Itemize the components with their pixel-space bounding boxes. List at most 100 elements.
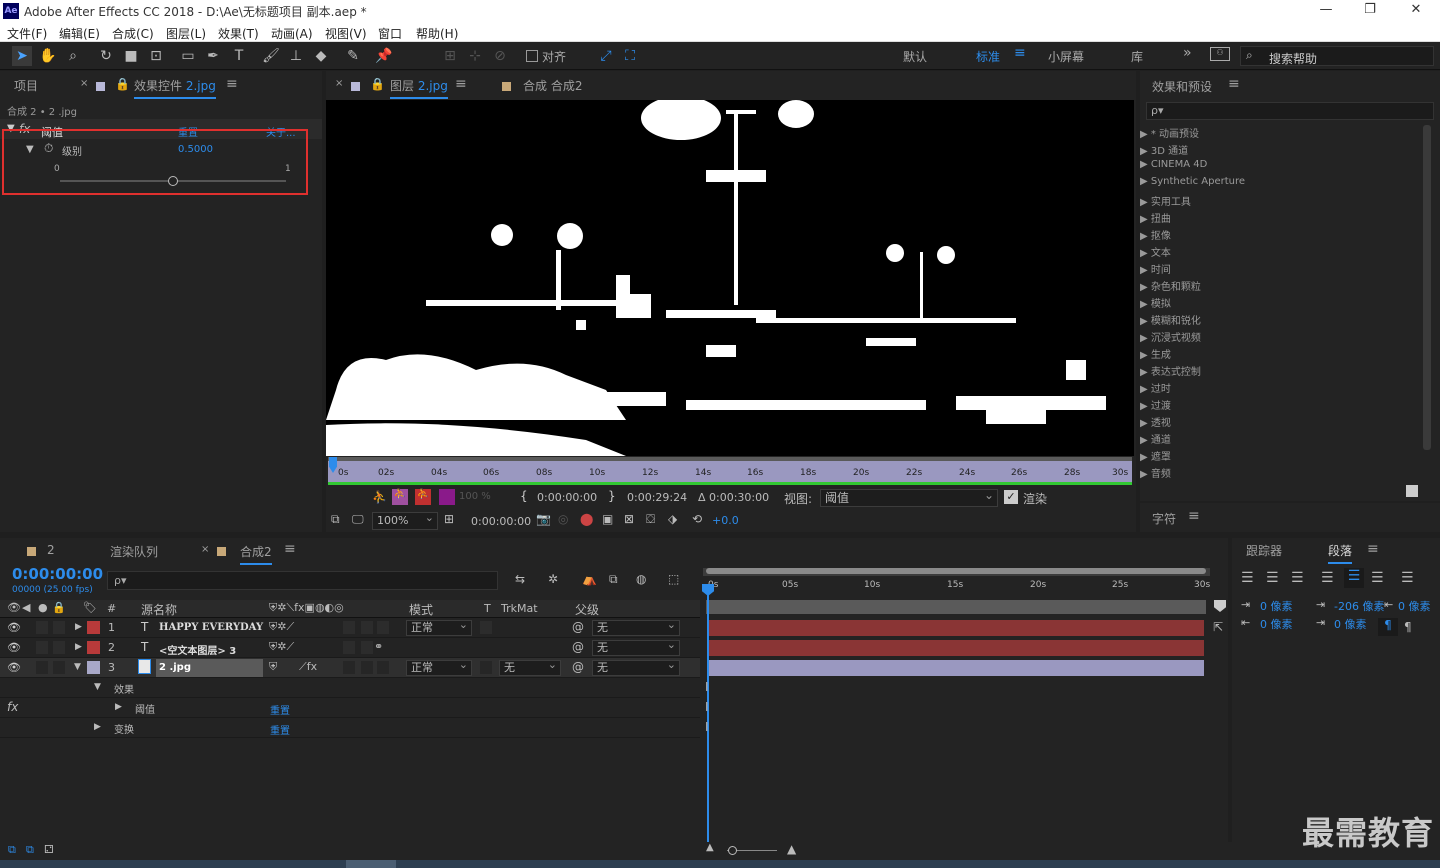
mask-icon[interactable]: ⛋ — [646, 512, 655, 527]
effect-category[interactable]: ▶ 沉浸式视频 — [1140, 329, 1440, 346]
layer-switches[interactable]: ⛨ — [269, 660, 277, 674]
viewer-work-area-bar[interactable] — [328, 457, 1132, 461]
close-tab-icon[interactable]: × — [80, 78, 88, 89]
tab-2[interactable]: 2 — [47, 543, 55, 557]
justify-right-icon[interactable]: ☰ — [1371, 570, 1384, 586]
effect-category[interactable]: ▶ 过渡 — [1140, 397, 1440, 414]
shy-layers-icon[interactable]: ⛺ — [582, 572, 597, 586]
layer-switches[interactable]: ⛨✲⟋ — [269, 620, 294, 634]
fx-icon[interactable]: fx — [7, 700, 18, 714]
tab-layer-viewer[interactable]: 图层 2.jpg — [390, 77, 448, 99]
switch-box[interactable] — [377, 661, 389, 674]
tab-project[interactable]: 项目 — [14, 77, 38, 94]
effect-category[interactable]: ▶ * 动画预设 — [1140, 125, 1440, 142]
switch-box[interactable] — [361, 661, 373, 674]
indent-right-value[interactable]: 0 像素 — [1398, 598, 1431, 614]
menu-edit[interactable]: 编辑(E) — [59, 25, 100, 42]
axis-world-icon[interactable]: ⊹ — [465, 46, 485, 66]
layer-track-bar-selected[interactable] — [708, 660, 1204, 676]
layer-collapse-icon[interactable]: ▼ — [74, 662, 81, 672]
selection-tool-icon[interactable]: ➤ — [12, 46, 32, 66]
parent-dropdown[interactable]: 无 — [592, 638, 680, 656]
pick-whip-icon[interactable]: @ — [572, 660, 584, 674]
snap-option-icon[interactable]: ⤢ — [596, 46, 616, 66]
in-time[interactable]: 0:00:00:00 — [537, 491, 597, 504]
ltr-direction-icon[interactable]: ¶ — [1378, 618, 1398, 636]
space-before-value[interactable]: 0 像素 — [1260, 616, 1293, 632]
pick-whip-icon[interactable]: @ — [572, 620, 584, 634]
lock-box[interactable] — [53, 661, 65, 674]
menu-composition[interactable]: 合成(C) — [112, 25, 154, 42]
pan-behind-tool-icon[interactable]: ⊡ — [146, 46, 166, 66]
justify-center-icon[interactable]: ☰ — [1344, 568, 1364, 588]
switch-box[interactable] — [361, 621, 373, 634]
more-workspaces-icon[interactable]: » — [1183, 45, 1192, 61]
blend-mode-dropdown[interactable]: 正常 — [406, 618, 472, 636]
layer-label-color[interactable] — [87, 641, 100, 654]
flowchart-icon[interactable]: ⬗ — [668, 512, 677, 526]
reset-exposure-icon[interactable]: ⟲ — [692, 512, 702, 526]
layer-label-color[interactable] — [87, 661, 100, 674]
sync-settings-icon[interactable]: ⚇ — [1210, 47, 1230, 61]
effect-category[interactable]: ▶ CINEMA 4D — [1140, 159, 1440, 176]
effects-search-field[interactable]: ρ▾ — [1146, 102, 1434, 120]
workspace-small-screen[interactable]: 小屏幕 — [1048, 48, 1084, 65]
close-comp-tab-icon[interactable]: × — [201, 544, 209, 555]
new-folder-icon[interactable] — [1406, 485, 1418, 497]
switch-box[interactable] — [343, 661, 355, 674]
always-preview-icon[interactable]: ⧉ — [331, 512, 340, 527]
effect-category[interactable]: ▶ 模拟 — [1140, 295, 1440, 312]
menu-effect[interactable]: 效果(T) — [218, 25, 259, 42]
view-dropdown[interactable]: 阈值 — [820, 487, 998, 507]
motion-blur-icon[interactable]: ◍ — [636, 572, 646, 586]
layer-track-bar[interactable] — [708, 640, 1204, 656]
effect-category[interactable]: ▶ 过时 — [1140, 380, 1440, 397]
eraser-tool-icon[interactable]: ◆ — [311, 46, 331, 66]
time-navigator-handle[interactable] — [706, 568, 1206, 574]
snap-target-icon[interactable]: ⛶ — [620, 46, 640, 66]
effect-category[interactable]: ▶ 遮罩 — [1140, 448, 1440, 465]
solo-box[interactable] — [36, 641, 48, 654]
layer-row-selected[interactable]: 👁 ▼ 3 2 .jpg ⛨ ⟋fx 正常 无 @ 无 — [0, 658, 700, 678]
comp-mini-flowchart-icon[interactable]: ⇆ — [515, 572, 525, 586]
effect-category[interactable]: ▶ 3D 通道 — [1140, 142, 1440, 159]
comp-end-marker[interactable] — [1214, 600, 1226, 612]
preserve-transparency-box[interactable] — [480, 621, 492, 634]
axis-view-icon[interactable]: ⊘ — [490, 46, 510, 66]
display-icon[interactable]: 🖵 — [352, 512, 364, 527]
character-title[interactable]: 字符 — [1152, 510, 1176, 527]
set-in-icon[interactable]: { — [520, 489, 528, 503]
menu-file[interactable]: 文件(F) — [7, 25, 47, 42]
layer-name[interactable]: HAPPY EVERYDAY — [159, 622, 263, 633]
layer-track-bar[interactable] — [708, 620, 1204, 636]
opacity-value[interactable]: 100 % — [459, 491, 491, 502]
effect-category[interactable]: ▶ Synthetic Aperture — [1140, 176, 1440, 193]
effect-category[interactable]: ▶ 生成 — [1140, 346, 1440, 363]
fx-switch-icon[interactable]: ⟋fx — [299, 660, 317, 674]
tab-render-queue[interactable]: 渲染队列 — [110, 543, 158, 560]
character-menu-icon[interactable]: ≡ — [1188, 508, 1200, 524]
effect-category[interactable]: ▶ 杂色和颗粒 — [1140, 278, 1440, 295]
set-out-icon[interactable]: } — [608, 489, 616, 503]
effect-category[interactable]: ▶ 通道 — [1140, 431, 1440, 448]
audio-switch-icon[interactable]: ◀ — [22, 601, 30, 614]
fit-icon[interactable]: ⊞ — [444, 512, 454, 526]
effect-category[interactable]: ▶ 文本 — [1140, 244, 1440, 261]
roto-icon[interactable]: ⛹ — [415, 489, 431, 505]
paragraph-menu-icon[interactable]: ≡ — [1367, 541, 1379, 557]
effect-category[interactable]: ▶ 表达式控制 — [1140, 363, 1440, 380]
transparency-grid-icon[interactable]: ⊠ — [624, 512, 634, 526]
modes-toggle-icon[interactable]: ⧉ — [26, 843, 34, 857]
panel-menu-icon[interactable]: ≡ — [226, 76, 238, 92]
menu-animation[interactable]: 动画(A) — [271, 25, 313, 42]
menu-layer[interactable]: 图层(L) — [166, 25, 206, 42]
effect-category[interactable]: ▶ 扭曲 — [1140, 210, 1440, 227]
puppet-pin-tool-icon[interactable]: 📌 — [374, 46, 394, 66]
menu-window[interactable]: 窗口 — [378, 25, 402, 42]
comp-button-icon[interactable]: ⇱ — [1213, 620, 1223, 634]
video-switch-icon[interactable]: 👁 — [7, 601, 21, 614]
tab-effect-controls[interactable]: 效果控件 2.jpg — [134, 77, 216, 99]
lock-switch-icon[interactable]: 🔒 — [52, 601, 66, 614]
draft-3d-icon[interactable]: ✲ — [548, 572, 558, 586]
effect-category[interactable]: ▶ 音频 — [1140, 465, 1440, 482]
